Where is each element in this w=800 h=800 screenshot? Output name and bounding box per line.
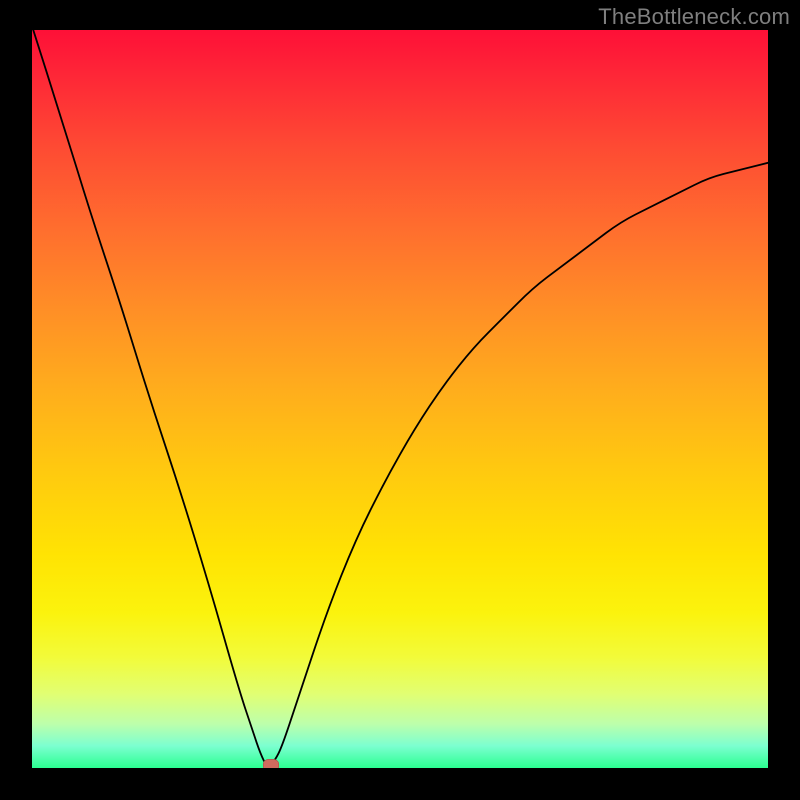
optimal-marker	[263, 759, 279, 768]
bottleneck-curve-layer	[32, 30, 768, 768]
bottleneck-curve	[32, 30, 768, 766]
attribution-text: TheBottleneck.com	[598, 4, 790, 30]
plot-area	[32, 30, 768, 768]
chart-frame: TheBottleneck.com	[0, 0, 800, 800]
